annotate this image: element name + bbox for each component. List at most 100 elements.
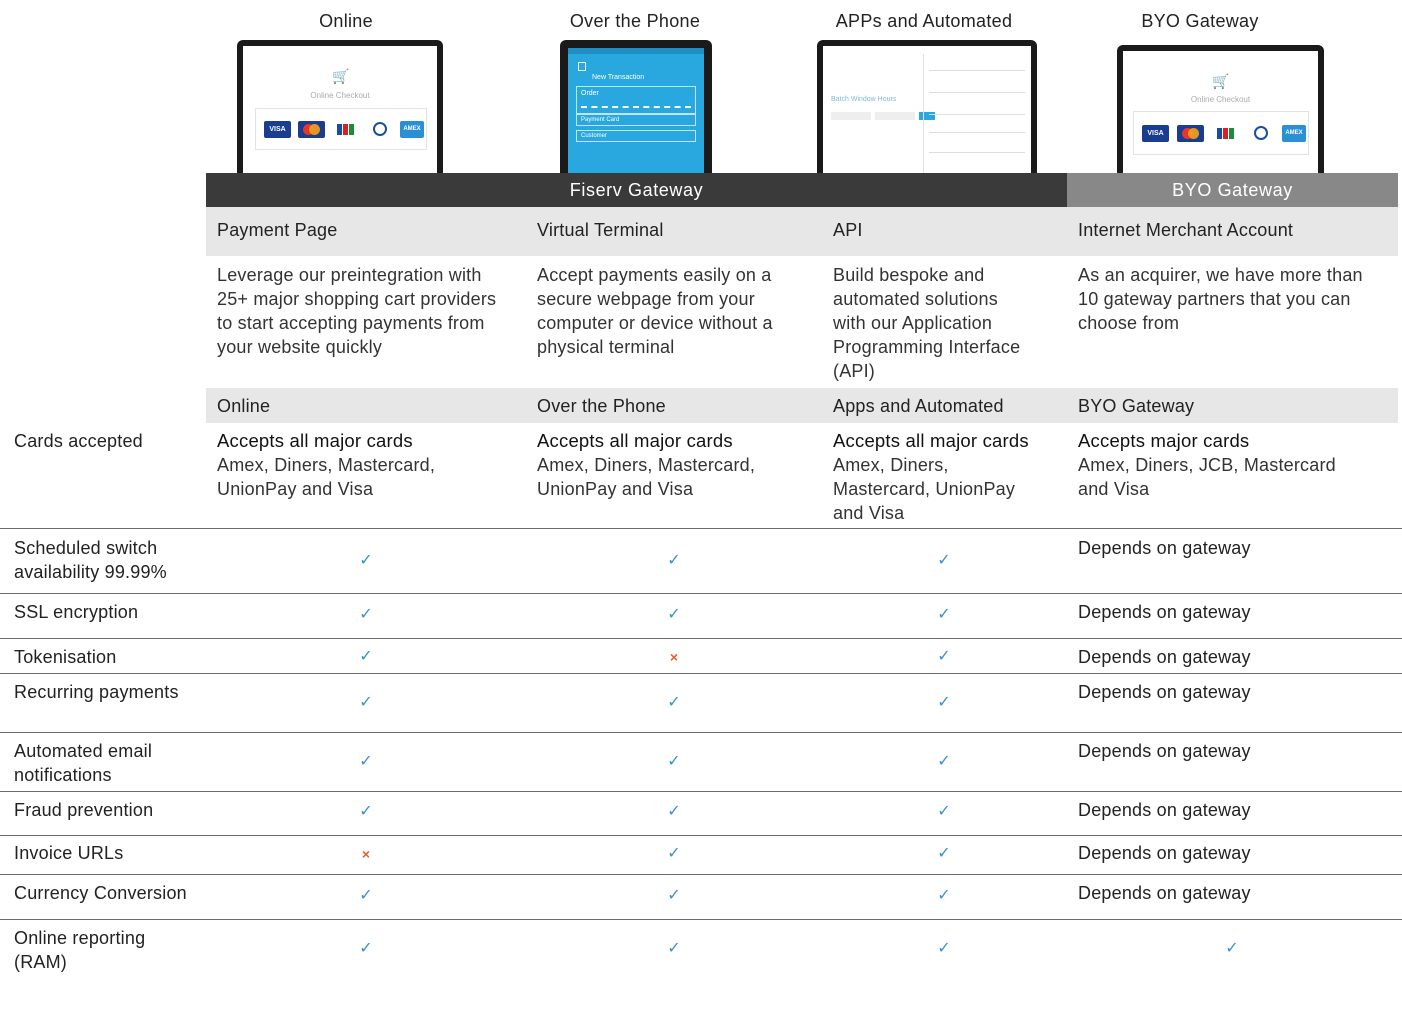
feature-label: Currency Conversion [14,883,187,903]
checkmark-icon: ✓ [937,552,951,569]
diners-logo [366,121,393,138]
cards-accepted-apps: Accepts all major cards Amex, Diners, Ma… [833,430,1029,523]
product-api: API [833,220,863,240]
column-title-apps: APPs and Automated [835,11,1013,31]
depends-on-gateway-text: Depends on gateway [1078,647,1251,667]
row-divider [0,732,1402,733]
mastercard-logo [1177,125,1204,142]
checkmark-icon: ✓ [937,648,951,665]
depends-on-gateway-text: Depends on gateway [1078,538,1251,558]
channel-row [206,388,1398,423]
checkmark-icon: ✓ [667,940,681,957]
feature-label: Invoice URLs [14,843,124,863]
depends-on-gateway-text: Depends on gateway [1078,682,1251,702]
channel-online: Online [217,396,271,416]
checkmark-icon: ✓ [667,606,681,623]
order-field: Order [576,86,696,114]
cards-accepted-label: Cards accepted [14,431,143,451]
online-laptop-image: 🛒 Online Checkout VISA AMEX [237,40,443,174]
jcb-logo [332,121,359,138]
amex-logo: AMEX [400,121,424,138]
feature-label: Fraud prevention [14,800,154,820]
byo-checkout-label: Online Checkout [1190,95,1251,104]
checkmark-icon: ✓ [667,753,681,770]
batch-window-label: Batch Window Hours [831,96,897,103]
checkmark-icon: ✓ [667,803,681,820]
row-divider [0,791,1402,792]
checkmark-icon: ✓ [667,887,681,904]
product-payment-page: Payment Page [217,220,338,240]
row-divider [0,528,1402,529]
checkmark-icon: ✓ [359,648,373,665]
byo-laptop-image: 🛒 Online Checkout VISA AMEX [1117,45,1324,174]
description-api: Build bespoke and automated solutions with… [833,265,1021,381]
cross-icon: × [361,846,371,862]
row-divider [0,673,1402,674]
row-divider [0,919,1402,920]
checkmark-icon: ✓ [667,694,681,711]
cross-icon: × [669,649,679,665]
checkmark-icon: ✓ [937,845,951,862]
checkmark-icon: ✓ [937,606,951,623]
feature-label: SSL encryption [14,602,139,622]
depends-on-gateway-text: Depends on gateway [1078,602,1251,622]
checkmark-icon: ✓ [937,753,951,770]
visa-logo: VISA [264,121,291,138]
online-checkout-label: Online Checkout [310,91,370,100]
channel-over-the-phone: Over the Phone [537,396,666,416]
cards-accepted-byo: Accepts major cards Amex, Diners, JCB, M… [1078,430,1336,499]
fiserv-gateway-band: Fiserv Gateway [206,173,1067,207]
diners-logo [1247,125,1274,142]
checkmark-icon: ✓ [359,753,373,770]
row-divider [0,874,1402,875]
checkmark-icon: ✓ [359,887,373,904]
channel-apps-automated: Apps and Automated [833,396,1004,416]
depends-on-gateway-text: Depends on gateway [1078,883,1251,903]
product-internet-merchant-account: Internet Merchant Account [1078,220,1294,240]
depends-on-gateway-text: Depends on gateway [1078,843,1251,863]
description-internet-merchant-account: As an acquirer, we have more than 10 gate… [1078,265,1363,333]
column-title-online: Online [319,11,373,31]
row-divider [0,835,1402,836]
amex-logo: AMEX [1282,125,1306,142]
cart-icon: 🛒 [332,68,350,84]
card-logos-panel: VISA AMEX [255,108,427,150]
checkmark-icon: ✓ [359,803,373,820]
checkmark-icon: ✓ [937,940,951,957]
cards-accepted-online: Accepts all major cards Amex, Diners, Ma… [217,430,436,499]
row-divider [0,638,1402,639]
checkmark-icon: ✓ [359,940,373,957]
feature-label: Scheduled switch availability 99.99% [14,538,167,582]
product-virtual-terminal: Virtual Terminal [537,220,664,240]
card-logos-panel: VISA AMEX [1133,111,1309,155]
mastercard-logo [298,121,325,138]
checkmark-icon: ✓ [667,845,681,862]
checkmark-icon: ✓ [359,694,373,711]
visa-logo: VISA [1142,125,1169,142]
column-title-byo: BYO Gateway [1141,11,1259,31]
checkmark-icon: ✓ [359,606,373,623]
description-virtual-terminal: Accept payments easily on a secure webpag… [537,265,773,357]
row-divider [0,593,1402,594]
depends-on-gateway-text: Depends on gateway [1078,800,1251,820]
feature-label: Online reporting (RAM) [14,928,146,972]
checkmark-icon: ✓ [359,552,373,569]
new-transaction-label: New Transaction [592,74,645,81]
column-title-phone: Over the Phone [569,11,701,31]
feature-label: Automated email notifications [14,741,153,785]
cart-icon: 🛒 [1212,73,1230,89]
jcb-logo [1212,125,1239,142]
feature-label: Recurring payments [14,682,179,702]
checkmark-icon: ✓ [667,552,681,569]
description-payment-page: Leverage our preintegration with 25+ majo… [217,265,497,357]
channel-byo-gateway: BYO Gateway [1078,396,1195,416]
cards-accepted-phone: Accepts all major cards Amex, Diners, Ma… [537,430,756,499]
depends-on-gateway-text: Depends on gateway [1078,741,1251,761]
checkmark-icon: ✓ [937,694,951,711]
checkmark-icon: ✓ [937,887,951,904]
checkmark-icon: ✓ [937,803,951,820]
document-icon [578,62,586,71]
api-laptop-image: Batch Window Hours [817,40,1037,174]
payment-card-field: Payment Card [576,114,696,126]
byo-gateway-band: BYO Gateway [1067,173,1398,207]
